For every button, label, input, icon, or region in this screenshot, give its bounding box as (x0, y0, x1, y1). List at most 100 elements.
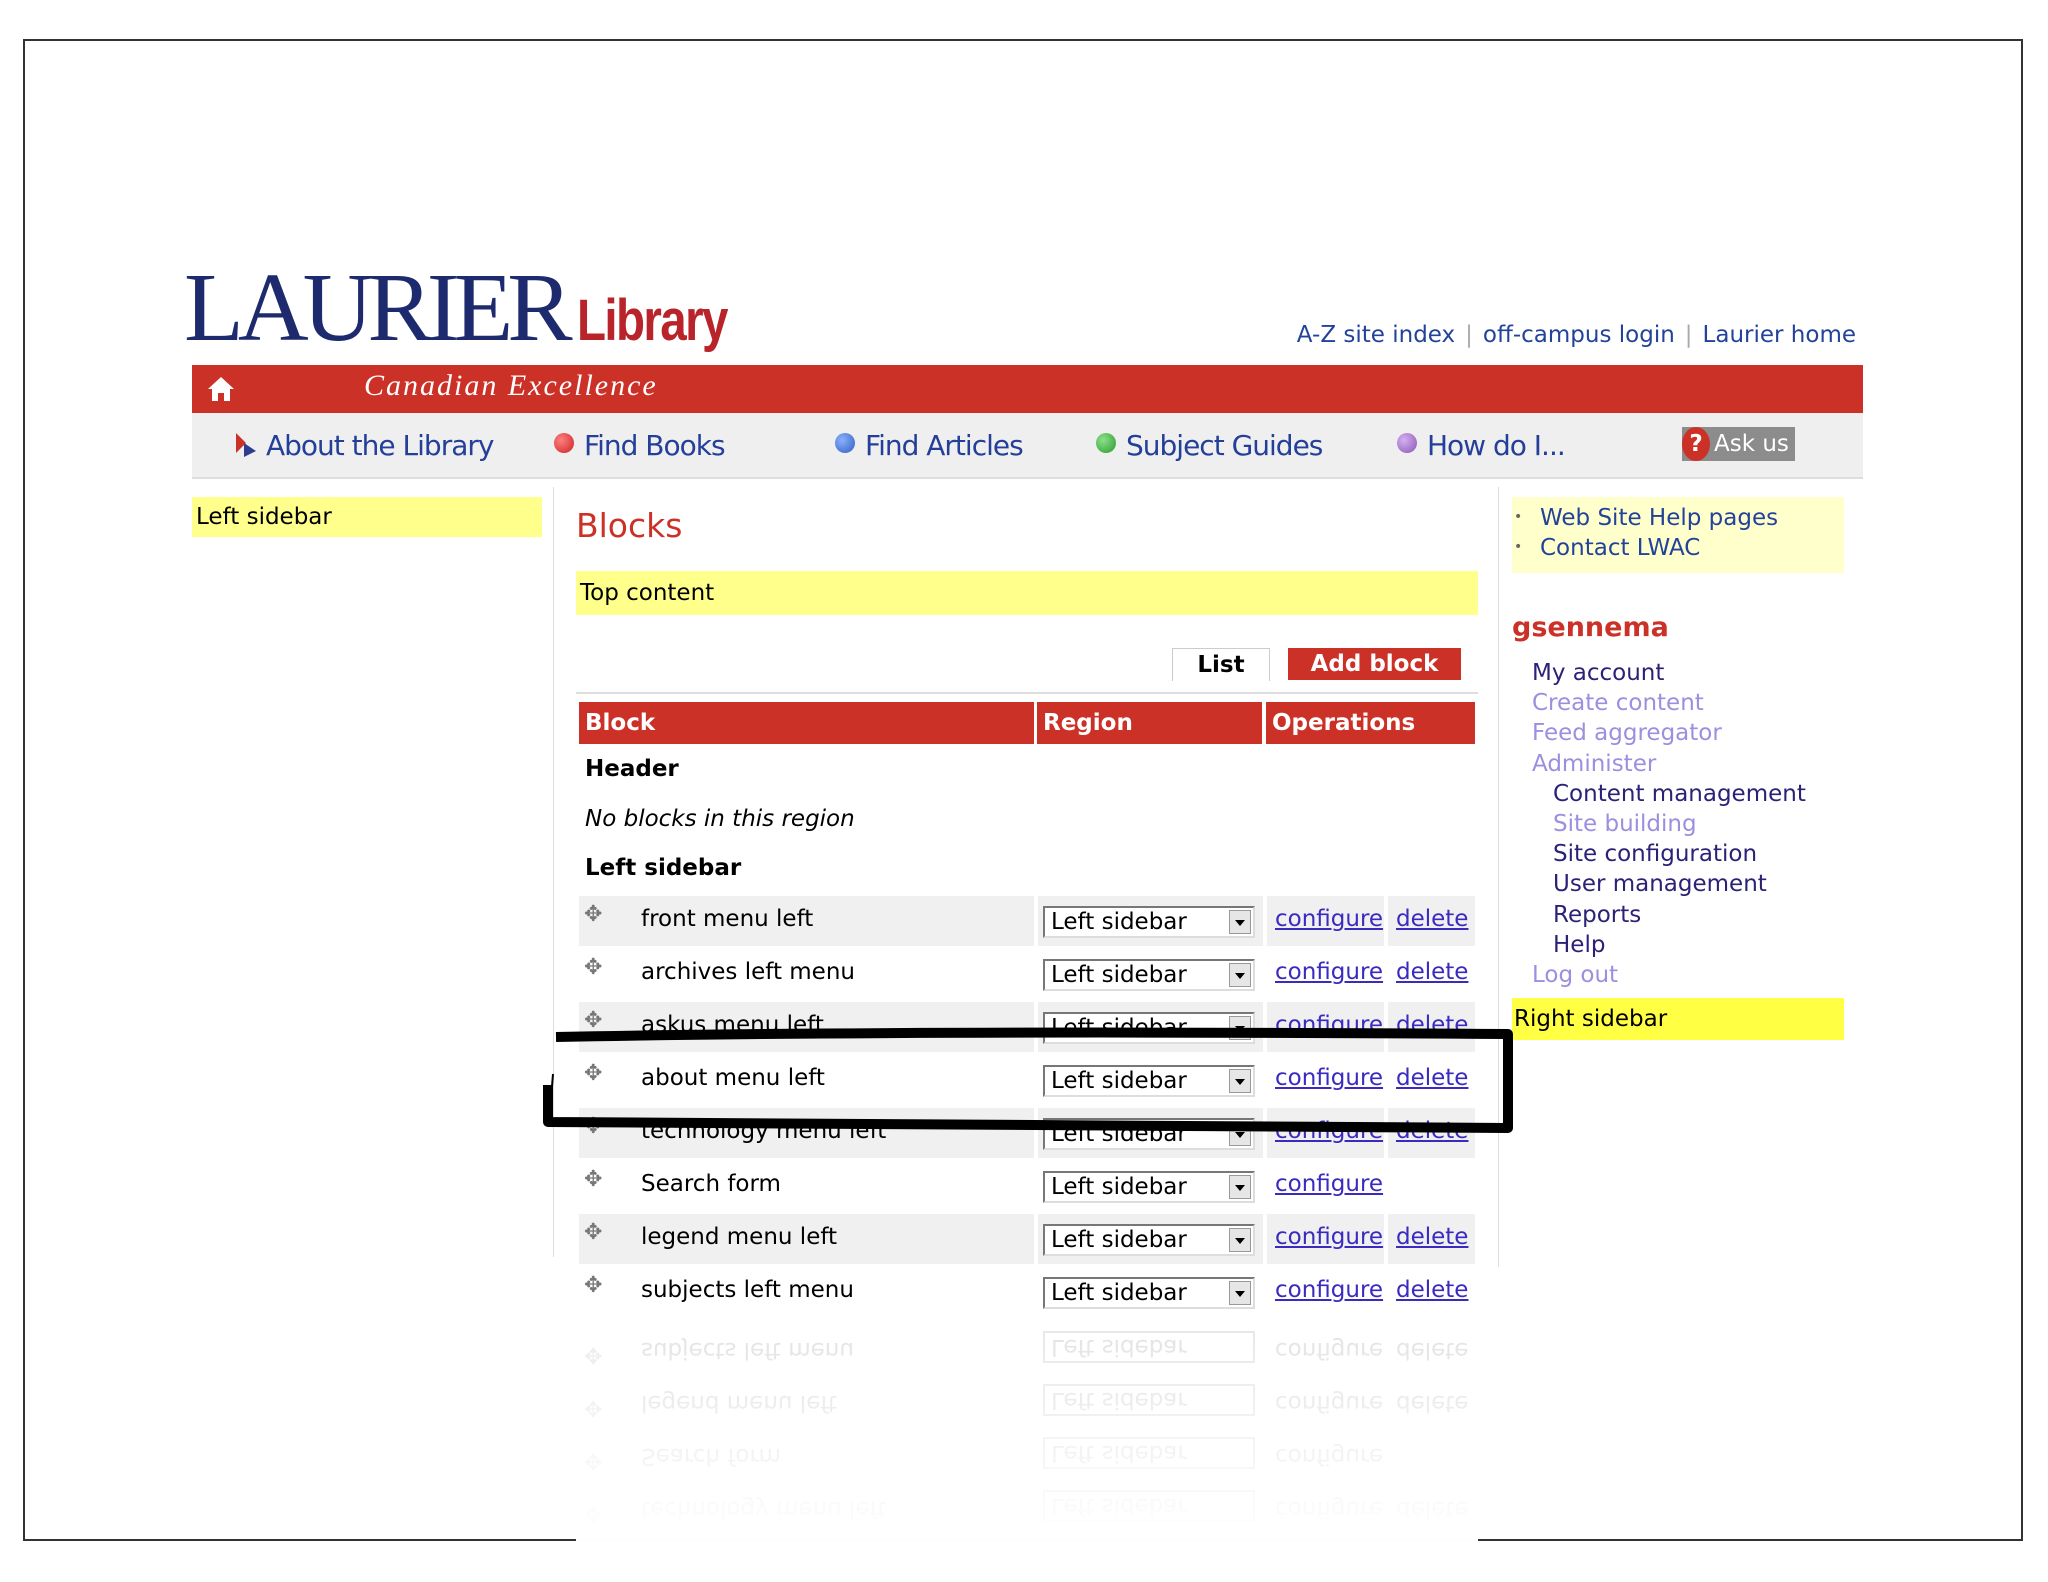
table-row: ✥ subjects left menu Left sidebar configure… (579, 1267, 1475, 1317)
cell-separator (1384, 949, 1388, 999)
col-header-operations: Operations (1266, 702, 1475, 744)
region-select[interactable]: Left sidebar (1043, 1171, 1255, 1203)
nav-how-do-i[interactable]: How do I... (1397, 429, 1566, 462)
configure-link[interactable]: configure (1275, 1012, 1383, 1038)
user-menu-administer[interactable]: Administer (1532, 751, 1656, 777)
nav-label: Find Books (584, 429, 726, 462)
main-nav: About the Library Find Books Find Articl… (192, 413, 1863, 479)
table-row: ✥ about menu left Left sidebar configure del… (579, 1055, 1475, 1105)
empty-region-message: No blocks in this region (585, 806, 855, 832)
table-row: ✥ legend menu left Left sidebar configure de… (579, 1214, 1475, 1264)
user-menu-content-management[interactable]: Content management (1553, 781, 1806, 807)
cell-separator (1263, 1002, 1267, 1052)
user-menu-help[interactable]: Help (1553, 932, 1605, 958)
cell-separator (1034, 1108, 1038, 1158)
nav-find-books[interactable]: Find Books (554, 429, 726, 462)
configure-link[interactable]: configure (1275, 1224, 1383, 1250)
configure-link[interactable]: configure (1275, 1277, 1383, 1303)
drag-handle-icon[interactable]: ✥ (584, 1114, 602, 1139)
region-select-value: Left sidebar (1051, 1227, 1187, 1253)
delete-link[interactable]: delete (1396, 1065, 1468, 1091)
table-row: ✥ front menu left Left sidebar configure del… (579, 896, 1475, 946)
delete-link[interactable]: delete (1396, 906, 1468, 932)
configure-link[interactable]: configure (1275, 906, 1383, 932)
delete-link[interactable]: delete (1396, 1277, 1468, 1303)
table-row: ✥ technology menu left Left sidebar configu… (579, 1108, 1475, 1158)
col-header-block[interactable]: Block (579, 702, 1034, 744)
page-title: Blocks (576, 506, 683, 545)
cell-separator (1263, 1161, 1267, 1211)
delete-link[interactable]: delete (1396, 1224, 1468, 1250)
link-separator: | (1684, 322, 1693, 348)
user-menu-log-out[interactable]: Log out (1532, 962, 1618, 988)
block-name: subjects left menu (641, 1277, 854, 1303)
drag-handle-icon[interactable]: ✥ (584, 1220, 602, 1245)
drag-handle-icon[interactable]: ✥ (584, 902, 602, 927)
region-select[interactable]: Left sidebar (1043, 1065, 1255, 1097)
col-header-region[interactable]: Region (1037, 702, 1262, 744)
block-name: Search form (641, 1171, 781, 1197)
cell-separator (1034, 896, 1038, 946)
cell-separator (1034, 1055, 1038, 1105)
region-select[interactable]: Left sidebar (1043, 1277, 1255, 1309)
block-name: legend menu left (641, 1224, 838, 1250)
chevron-down-icon (1229, 1228, 1251, 1252)
question-icon: ? (1682, 427, 1710, 461)
configure-link[interactable]: configure (1275, 1171, 1383, 1197)
reflection-effect: ✥technology menu leftLeft sidebarconfigu… (576, 1322, 1478, 1542)
region-select[interactable]: Left sidebar (1043, 959, 1255, 991)
about-icon (236, 433, 256, 457)
delete-link[interactable]: delete (1396, 959, 1468, 985)
nav-find-articles[interactable]: Find Articles (835, 429, 1024, 462)
user-menu-reports[interactable]: Reports (1553, 902, 1641, 928)
configure-link[interactable]: configure (1275, 959, 1383, 985)
chevron-down-icon (1229, 1122, 1251, 1146)
user-menu-site-building[interactable]: Site building (1553, 811, 1697, 837)
table-row: ✥ Search form Left sidebar configure (579, 1161, 1475, 1211)
logo-sub-text: Library (576, 288, 728, 353)
cell-separator (1034, 1267, 1038, 1317)
user-menu-create-content[interactable]: Create content (1532, 690, 1704, 716)
configure-link[interactable]: configure (1275, 1065, 1383, 1091)
utility-links: A-Z site index | off-campus login | Laurier … (1297, 322, 1856, 348)
user-menu-user-management[interactable]: User management (1553, 871, 1767, 897)
contact-lwac-link[interactable]: Contact LWAC (1540, 535, 1700, 561)
nav-about-the-library[interactable]: About the Library (232, 429, 494, 462)
table-row: ✥ archives left menu Left sidebar configure… (579, 949, 1475, 999)
tab-add-block[interactable]: Add block (1288, 648, 1461, 680)
drag-handle-icon[interactable]: ✥ (584, 1008, 602, 1033)
nav-subject-guides[interactable]: Subject Guides (1096, 429, 1323, 462)
user-name-heading: gsennema (1512, 612, 1669, 643)
region-select-value: Left sidebar (1051, 909, 1187, 935)
delete-link[interactable]: delete (1396, 1012, 1468, 1038)
user-menu-site-configuration[interactable]: Site configuration (1553, 841, 1757, 867)
laurier-library-logo[interactable]: LAURIER Library (184, 258, 759, 358)
link-separator: | (1465, 322, 1473, 348)
cell-separator (1384, 1267, 1388, 1317)
drag-handle-icon[interactable]: ✥ (584, 1167, 602, 1192)
region-select[interactable]: Left sidebar (1043, 1224, 1255, 1256)
chevron-down-icon (1229, 1016, 1251, 1040)
ask-us-button[interactable]: ? Ask us (1682, 427, 1795, 461)
az-site-index-link[interactable]: A-Z site index (1297, 322, 1455, 348)
user-menu-my-account[interactable]: My account (1532, 660, 1664, 686)
region-select[interactable]: Left sidebar (1043, 906, 1255, 938)
delete-link[interactable]: delete (1396, 1118, 1468, 1144)
tagline: Canadian Excellence (364, 369, 658, 402)
web-site-help-link[interactable]: Web Site Help pages (1540, 505, 1778, 531)
drag-handle-icon[interactable]: ✥ (584, 955, 602, 980)
configure-link[interactable]: configure (1275, 1118, 1383, 1144)
drag-handle-icon[interactable]: ✥ (584, 1061, 602, 1086)
off-campus-login-link[interactable]: off-campus login (1483, 322, 1675, 348)
nav-label: Find Articles (865, 429, 1024, 462)
user-menu-feed-aggregator[interactable]: Feed aggregator (1532, 720, 1722, 746)
tab-list[interactable]: List (1172, 648, 1270, 681)
logo-main-text: LAURIER (184, 254, 573, 362)
cell-separator (1263, 896, 1267, 946)
laurier-home-link[interactable]: Laurier home (1703, 322, 1856, 348)
region-select[interactable]: Left sidebar (1043, 1118, 1255, 1150)
region-select[interactable]: Left sidebar (1043, 1012, 1255, 1044)
region-select-value: Left sidebar (1051, 962, 1187, 988)
home-icon[interactable] (206, 375, 236, 403)
drag-handle-icon[interactable]: ✥ (584, 1273, 602, 1298)
